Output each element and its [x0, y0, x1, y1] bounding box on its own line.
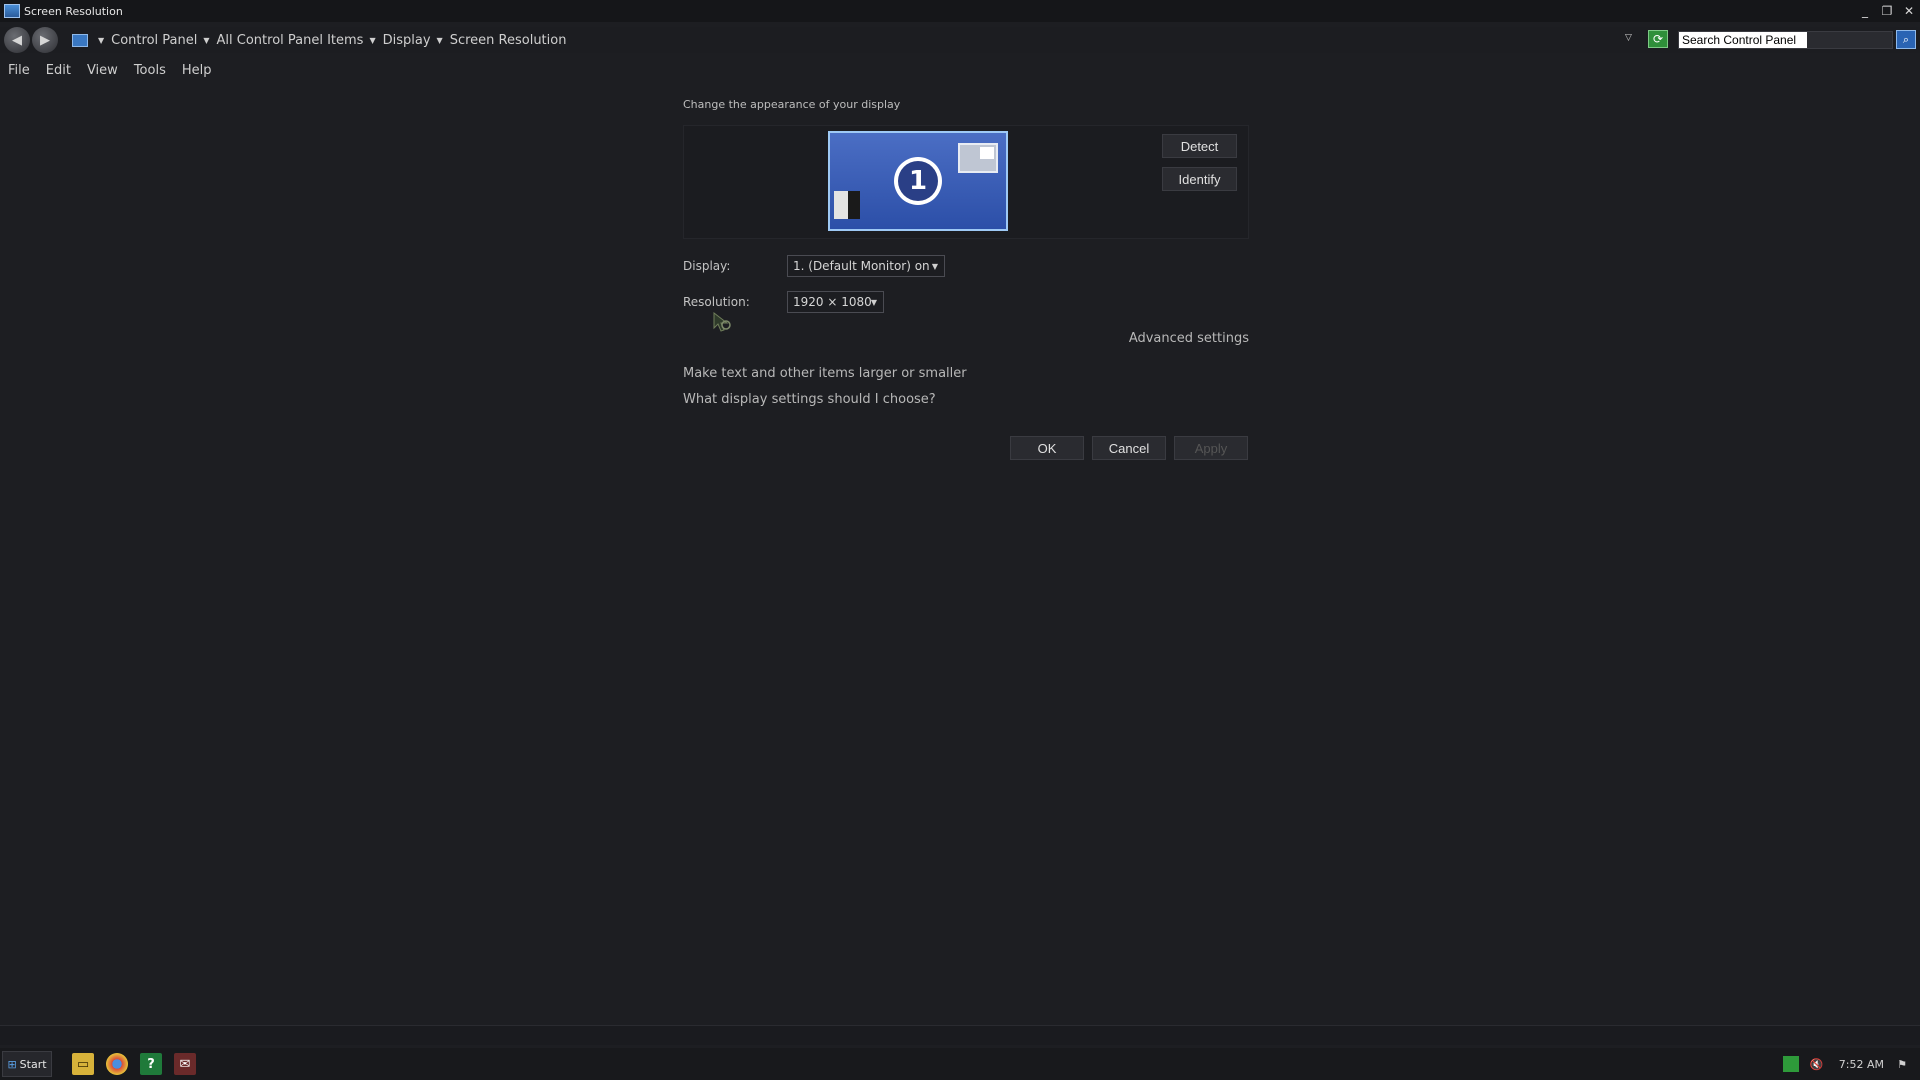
windows-logo-icon: ⊞	[7, 1057, 17, 1071]
monitor-number-badge: 1	[894, 157, 942, 205]
forward-button[interactable]: ▶	[32, 27, 58, 53]
menu-tools[interactable]: Tools	[126, 63, 174, 78]
chrome-icon[interactable]	[106, 1053, 128, 1075]
breadcrumb-screen-resolution[interactable]: Screen Resolution	[450, 33, 567, 48]
title-bar: Screen Resolution _ ❐ ✕	[0, 0, 1920, 22]
ok-button[interactable]: OK	[1010, 436, 1084, 460]
folder-icon[interactable]: ▭	[72, 1053, 94, 1075]
screen-resolution-panel: Change the appearance of your display 1 …	[683, 98, 1249, 460]
chevron-down-icon[interactable]: ▼	[203, 36, 209, 45]
menu-bar: File Edit View Tools Help	[0, 60, 219, 80]
chevron-down-icon: ▼	[870, 297, 878, 307]
clock[interactable]: 7:52 AM	[1839, 1058, 1884, 1071]
display-select[interactable]: 1. (Default Monitor) on ▼	[787, 255, 945, 277]
search-box	[1678, 31, 1893, 49]
text-size-link[interactable]: Make text and other items larger or smal…	[683, 366, 967, 381]
menu-view[interactable]: View	[79, 63, 126, 78]
apply-button[interactable]: Apply	[1174, 436, 1248, 460]
busy-cursor-icon	[713, 312, 731, 332]
breadcrumb: ▼ Control Panel ▼ All Control Panel Item…	[72, 33, 566, 48]
address-dropdown-icon[interactable]: ▽	[1625, 33, 1632, 43]
resolution-select[interactable]: 1920 × 1080 ▼	[787, 291, 884, 313]
status-bar	[0, 1025, 1920, 1045]
window-preview-icon	[958, 143, 998, 173]
control-panel-icon	[72, 33, 88, 47]
cancel-button[interactable]: Cancel	[1092, 436, 1166, 460]
close-button[interactable]: ✕	[1898, 0, 1920, 22]
monitor-1-tile[interactable]: 1	[828, 131, 1008, 231]
document-preview-icon	[834, 191, 860, 219]
help-icon[interactable]: ?	[140, 1053, 162, 1075]
search-input[interactable]	[1679, 32, 1807, 48]
app-icon[interactable]: ✉	[174, 1053, 196, 1075]
display-label: Display:	[683, 259, 731, 273]
display-settings-help-link[interactable]: What display settings should I choose?	[683, 392, 936, 407]
search-icon[interactable]: ⌕	[1896, 30, 1916, 49]
resolution-select-value: 1920 × 1080	[793, 295, 872, 309]
advanced-settings-link[interactable]: Advanced settings	[1129, 331, 1249, 346]
breadcrumb-control-panel[interactable]: Control Panel	[111, 33, 197, 48]
start-button[interactable]: ⊞ Start	[2, 1051, 52, 1077]
system-tray: 🔇 7:52 AM ⚑	[1773, 1048, 1910, 1080]
address-bar: ◀ ▶ ▼ Control Panel ▼ All Control Panel …	[0, 27, 1920, 53]
window-title: Screen Resolution	[24, 4, 123, 18]
chevron-down-icon[interactable]: ▼	[437, 36, 443, 45]
volume-muted-icon[interactable]: 🔇	[1809, 1056, 1825, 1072]
window-controls: _ ❐ ✕	[1854, 0, 1920, 22]
monitor-number: 1	[898, 161, 938, 201]
menu-file[interactable]: File	[0, 63, 38, 78]
chevron-down-icon[interactable]: ▼	[369, 36, 375, 45]
breadcrumb-all-items[interactable]: All Control Panel Items	[217, 33, 364, 48]
display-app-icon	[4, 4, 20, 18]
resolution-label: Resolution:	[683, 295, 750, 309]
chevron-down-icon: ▼	[931, 261, 939, 271]
taskbar: ⊞ Start ▭ ? ✉ 🔇 7:52 AM ⚑	[0, 1048, 1920, 1080]
menu-help[interactable]: Help	[174, 63, 220, 78]
breadcrumb-display[interactable]: Display	[383, 33, 431, 48]
start-label: Start	[19, 1057, 47, 1071]
network-icon[interactable]	[1782, 1056, 1799, 1072]
monitor-preview-area: 1 Detect Identify	[683, 125, 1249, 239]
action-center-icon[interactable]: ⚑	[1894, 1056, 1910, 1072]
detect-button[interactable]: Detect	[1162, 134, 1237, 158]
menu-edit[interactable]: Edit	[38, 63, 79, 78]
restore-button[interactable]: ❐	[1876, 0, 1898, 22]
back-button[interactable]: ◀	[4, 27, 30, 53]
refresh-button[interactable]: ⟳	[1648, 30, 1668, 48]
minimize-button[interactable]: _	[1854, 0, 1876, 22]
identify-button[interactable]: Identify	[1162, 167, 1237, 191]
chevron-down-icon[interactable]: ▼	[98, 36, 104, 45]
display-select-value: 1. (Default Monitor) on	[793, 259, 930, 273]
page-heading: Change the appearance of your display	[683, 98, 901, 111]
